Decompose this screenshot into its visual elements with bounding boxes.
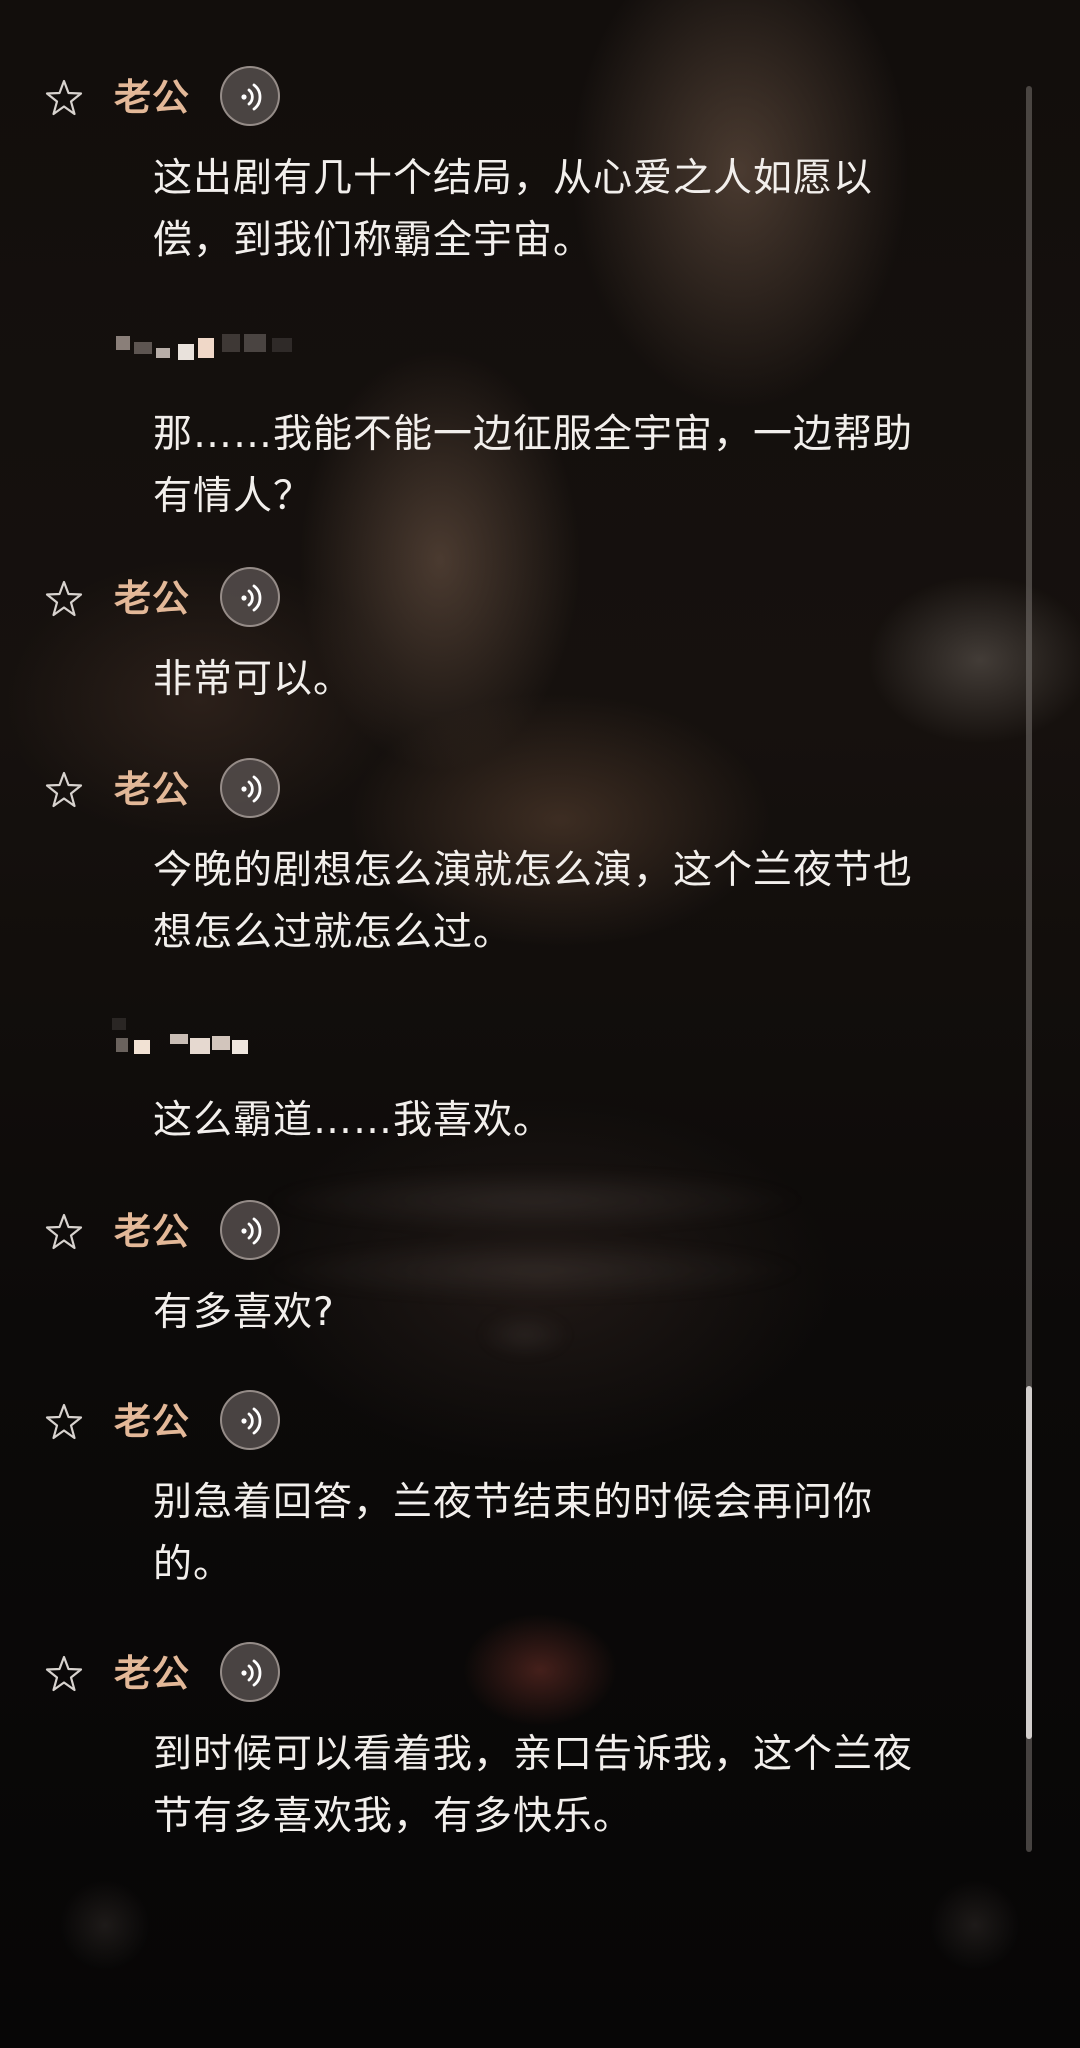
audio-play-icon	[241, 83, 262, 111]
scroll-thumb[interactable]	[1026, 1386, 1032, 1739]
corner-glow-left	[60, 1880, 150, 1970]
chat-screen: 老公 这出剧有几十个结局，从心爱之人如愿以偿，到我们称霸全宇宙。 那……我能不能…	[0, 0, 1080, 2048]
speaker-row: 老公	[0, 1200, 400, 1264]
message-text: 这么霸道……我喜欢。	[153, 1098, 554, 1143]
message-text: 有多喜欢?	[153, 1290, 335, 1335]
audio-play-button[interactable]	[220, 66, 280, 126]
corner-glow-right	[930, 1880, 1020, 1970]
audio-play-icon	[241, 1659, 262, 1687]
audio-play-icon	[241, 775, 262, 803]
message-text: 这出剧有几十个结局，从心爱之人如愿以偿，到我们称霸全宇宙。	[153, 156, 874, 263]
speaker-name: 老公	[114, 577, 190, 620]
speaker-row: 老公	[0, 758, 400, 822]
speaker-row: 老公	[0, 66, 400, 130]
audio-play-icon	[241, 1407, 262, 1435]
message-text: 那……我能不能一边征服全宇宙，一边帮助有情人？	[153, 412, 914, 519]
audio-play-button[interactable]	[220, 758, 280, 818]
speaker-name: 老公	[114, 1400, 190, 1443]
audio-play-button[interactable]	[220, 1390, 280, 1450]
masked-user-name	[112, 1018, 362, 1058]
audio-play-button[interactable]	[220, 1200, 280, 1260]
speaker-name: 老公	[114, 1652, 190, 1695]
star-outline-icon[interactable]	[44, 78, 84, 118]
audio-play-icon	[241, 1217, 262, 1245]
star-outline-icon[interactable]	[44, 1402, 84, 1442]
speaker-row: 老公	[0, 1390, 400, 1454]
audio-play-button[interactable]	[220, 567, 280, 627]
star-outline-icon[interactable]	[44, 770, 84, 810]
speaker-name: 老公	[114, 76, 190, 119]
star-outline-icon[interactable]	[44, 1654, 84, 1694]
masked-user-name	[112, 328, 362, 368]
message-text: 到时候可以看着我，亲口告诉我，这个兰夜节有多喜欢我，有多快乐。	[153, 1732, 914, 1839]
message-text: 今晚的剧想怎么演就怎么演，这个兰夜节也想怎么过就怎么过。	[153, 848, 914, 955]
message-text: 非常可以。	[153, 657, 354, 702]
audio-play-icon	[241, 584, 262, 612]
speaker-row: 老公	[0, 567, 400, 631]
star-outline-icon[interactable]	[44, 579, 84, 619]
message-text: 别急着回答，兰夜节结束的时候会再问你的。	[153, 1480, 874, 1587]
scrollbar[interactable]	[1026, 86, 1032, 1852]
speaker-name: 老公	[114, 1210, 190, 1253]
star-outline-icon[interactable]	[44, 1212, 84, 1252]
speaker-row: 老公	[0, 1642, 400, 1706]
speaker-name: 老公	[114, 768, 190, 811]
audio-play-button[interactable]	[220, 1642, 280, 1702]
